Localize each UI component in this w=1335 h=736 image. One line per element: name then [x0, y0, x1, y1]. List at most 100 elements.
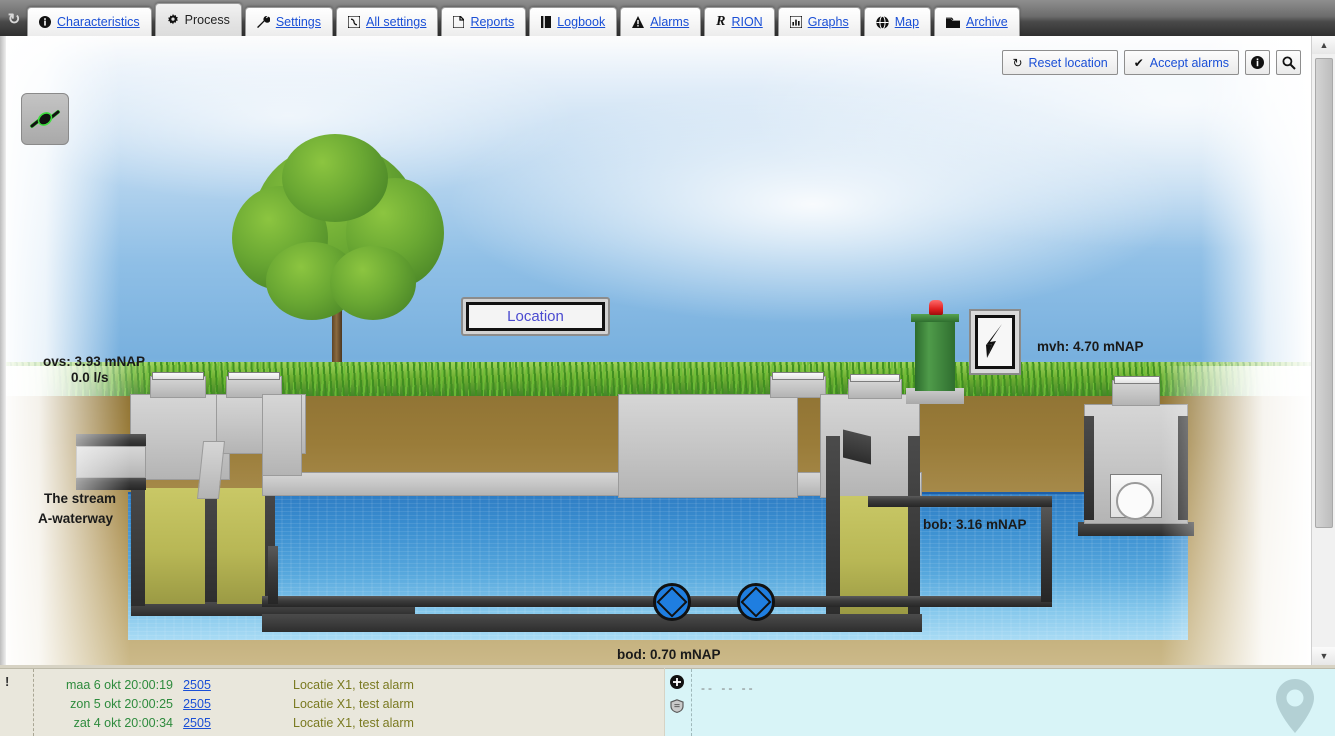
scrollbar-thumb[interactable] [1315, 58, 1333, 528]
bottom-bar: ! maa 6 okt 20:00:19 2505 Locatie X1, te… [0, 665, 1335, 736]
tab-label: Settings [275, 15, 321, 29]
add-circle-icon[interactable] [670, 675, 684, 694]
second-manhole-cover [228, 372, 280, 380]
tab-archive[interactable]: Archive [934, 7, 1020, 36]
riser-pipe [1041, 502, 1052, 602]
map-pin-icon [1276, 679, 1314, 733]
basin-neck-right [848, 379, 902, 399]
tab-graphs[interactable]: Graphs [777, 7, 861, 36]
tab-label: All settings [366, 15, 427, 29]
tab-process[interactable]: Process [154, 3, 242, 36]
tab-label: Characteristics [57, 15, 140, 29]
info-icon [1251, 56, 1264, 69]
folder-icon [946, 17, 961, 28]
reset-location-button[interactable]: ↻ Reset location [1002, 50, 1118, 75]
lightning-bolt-icon [986, 324, 1002, 358]
tab-reports[interactable]: Reports [441, 7, 527, 36]
reset-location-label: Reset location [1028, 55, 1108, 70]
log-message: Locatie X1, test alarm [293, 696, 414, 711]
diagram-toolbar: ↻ Reset location ✔ Accept alarms [1002, 50, 1301, 75]
label-bob: bob: 3.16 mNAP [923, 517, 1027, 532]
log-timestamp: maa 6 okt 20:00:19 [65, 677, 173, 692]
tab-label: Graphs [807, 15, 849, 29]
inlet-pipe-left [268, 546, 278, 604]
log-message: Locatie X1, test alarm [293, 677, 414, 692]
left-manhole-cover [152, 372, 204, 380]
control-cabinet[interactable] [915, 319, 955, 391]
info-button[interactable] [1245, 50, 1270, 75]
label-stream-line1: The stream [44, 491, 117, 506]
right-manhole-cover [1114, 376, 1160, 384]
log-timestamp: zon 5 okt 20:00:25 [70, 696, 173, 711]
sliders-icon [348, 16, 360, 28]
valve-wheel[interactable] [1116, 482, 1154, 520]
log-row[interactable]: zat 4 okt 20:00:34 2505 Locatie X1, test… [38, 713, 414, 732]
discharge-pipe-out [868, 496, 1052, 507]
label-flow: 0.0 l/s [71, 370, 109, 385]
accept-alarms-label: Accept alarms [1149, 55, 1229, 70]
location-name-box[interactable]: Location [461, 297, 610, 336]
info-icon [39, 16, 51, 28]
tab-all-settings[interactable]: All settings [336, 7, 439, 36]
basin-structure-mid [618, 394, 798, 498]
log-row[interactable]: maa 6 okt 20:00:19 2505 Locatie X1, test… [38, 675, 414, 694]
tab-map[interactable]: Map [863, 7, 932, 36]
mid-manhole-cover [772, 372, 824, 380]
log-message: Locatie X1, test alarm [293, 715, 414, 730]
sky-fade-right [1201, 36, 1311, 402]
alarm-log-panel[interactable]: ! maa 6 okt 20:00:19 2505 Locatie X1, te… [0, 668, 664, 736]
tab-characteristics[interactable]: Characteristics [27, 7, 152, 36]
zoom-search-button[interactable] [1276, 50, 1301, 75]
chart-icon [789, 16, 802, 28]
tree-crown [228, 134, 444, 320]
wrench-icon [256, 16, 270, 28]
process-diagram-canvas[interactable]: Location ovs: 3.93 mNAP 0.0 l/s The stre… [0, 36, 1311, 665]
sky-fade-left [0, 36, 120, 402]
tree-graphic [228, 134, 444, 392]
second-chamber-fill [217, 488, 265, 604]
reload-icon[interactable]: ↻ [4, 2, 24, 36]
tab-settings[interactable]: Settings [244, 7, 333, 36]
vertical-scrollbar[interactable]: ▲ ▼ [1311, 36, 1335, 665]
label-stream-line2: A-waterway [38, 511, 114, 526]
scroll-down-arrow[interactable]: ▼ [1312, 647, 1335, 665]
right-shaft-wall [908, 436, 920, 614]
right-manhole-cover-2 [850, 374, 900, 382]
accept-alarms-button[interactable]: ✔ Accept alarms [1123, 50, 1239, 75]
connection-status-button[interactable] [21, 93, 69, 145]
status-icon-group [670, 675, 684, 718]
left-chamber-fill [145, 488, 205, 604]
refresh-icon: ↻ [1012, 55, 1023, 70]
tab-logbook[interactable]: Logbook [529, 7, 618, 36]
log-row[interactable]: zon 5 okt 20:00:25 2505 Locatie X1, test… [38, 694, 414, 713]
right-chamber-wall-l [1084, 416, 1094, 520]
tab-rion[interactable]: R RION [704, 7, 775, 36]
application-window: ↻ Characteristics Process Settings All s… [0, 0, 1335, 736]
gear-icon [167, 14, 179, 26]
basin-top-left-wall [262, 394, 302, 476]
book-icon [541, 16, 552, 28]
connected-plug-icon [30, 110, 60, 128]
log-id-link[interactable]: 2505 [173, 716, 221, 730]
label-ovs: ovs: 3.93 mNAP [43, 354, 146, 369]
tab-label: Process [184, 13, 230, 27]
shield-icon[interactable] [670, 699, 684, 718]
tab-bar: ↻ Characteristics Process Settings All s… [0, 0, 1335, 36]
pump-1[interactable] [653, 583, 691, 621]
tab-label: Map [894, 15, 920, 29]
scroll-up-arrow[interactable]: ▲ [1312, 36, 1335, 54]
magnifier-icon [1282, 56, 1296, 70]
tab-label: Alarms [650, 15, 690, 29]
label-mvh: mvh: 4.70 mNAP [1037, 339, 1144, 354]
status-detail-panel[interactable]: -- -- -- [665, 668, 1335, 736]
location-name-label: Location [466, 302, 605, 331]
warning-icon [632, 16, 645, 28]
log-id-link[interactable]: 2505 [173, 678, 221, 692]
alarm-beacon [929, 300, 943, 315]
tab-label: Archive [966, 15, 1008, 29]
tab-alarms[interactable]: Alarms [620, 7, 702, 36]
basin-inner-wall [826, 436, 840, 614]
log-id-link[interactable]: 2505 [173, 697, 221, 711]
soil-fade-right [1161, 366, 1311, 665]
pump-2[interactable] [737, 583, 775, 621]
